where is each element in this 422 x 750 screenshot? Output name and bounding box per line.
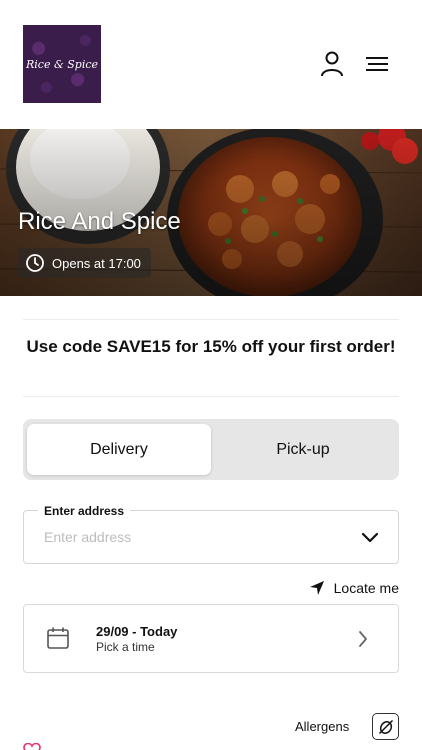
restaurant-name: Rice And Spice — [18, 208, 181, 235]
hamburger-menu-icon — [366, 57, 388, 71]
menu-button[interactable] — [363, 50, 391, 78]
schedule-time: Pick a time — [96, 640, 155, 654]
schedule-date: 29/09 - Today — [96, 624, 178, 639]
address-field: Enter address — [23, 504, 399, 564]
schedule-picker[interactable]: 29/09 - Today Pick a time — [23, 604, 399, 673]
chevron-right-icon — [359, 631, 367, 647]
pickup-option[interactable]: Pick-up — [211, 424, 395, 475]
calendar-icon — [47, 627, 69, 649]
location-arrow-icon — [309, 581, 324, 595]
locate-me-button[interactable]: Locate me — [309, 580, 399, 596]
locate-me-label: Locate me — [333, 580, 399, 596]
promo-message: Use code SAVE15 for 15% off your first o… — [26, 337, 396, 356]
divider — [23, 319, 399, 320]
allergen-icon — [378, 719, 393, 734]
person-icon — [321, 51, 343, 77]
allergens-button[interactable] — [372, 713, 399, 740]
header: Rice & Spice — [0, 0, 422, 129]
address-input[interactable] — [44, 529, 344, 545]
account-button[interactable] — [318, 50, 346, 78]
clock-icon — [26, 254, 44, 272]
divider — [23, 396, 399, 397]
logo-text: Rice & Spice — [25, 57, 99, 71]
opening-hours-text: Opens at 17:00 — [52, 255, 141, 271]
chevron-down-icon[interactable] — [361, 532, 379, 544]
allergens-label: Allergens — [295, 719, 350, 734]
restaurant-logo[interactable]: Rice & Spice — [23, 25, 101, 103]
favorite-icon[interactable] — [23, 743, 41, 750]
address-label: Enter address — [38, 504, 131, 518]
hero-banner: Rice And Spice Opens at 17:00 — [0, 129, 422, 296]
opening-hours-badge: Opens at 17:00 — [18, 248, 151, 278]
order-type-toggle: Delivery Pick-up — [23, 419, 399, 480]
delivery-option[interactable]: Delivery — [27, 424, 211, 475]
